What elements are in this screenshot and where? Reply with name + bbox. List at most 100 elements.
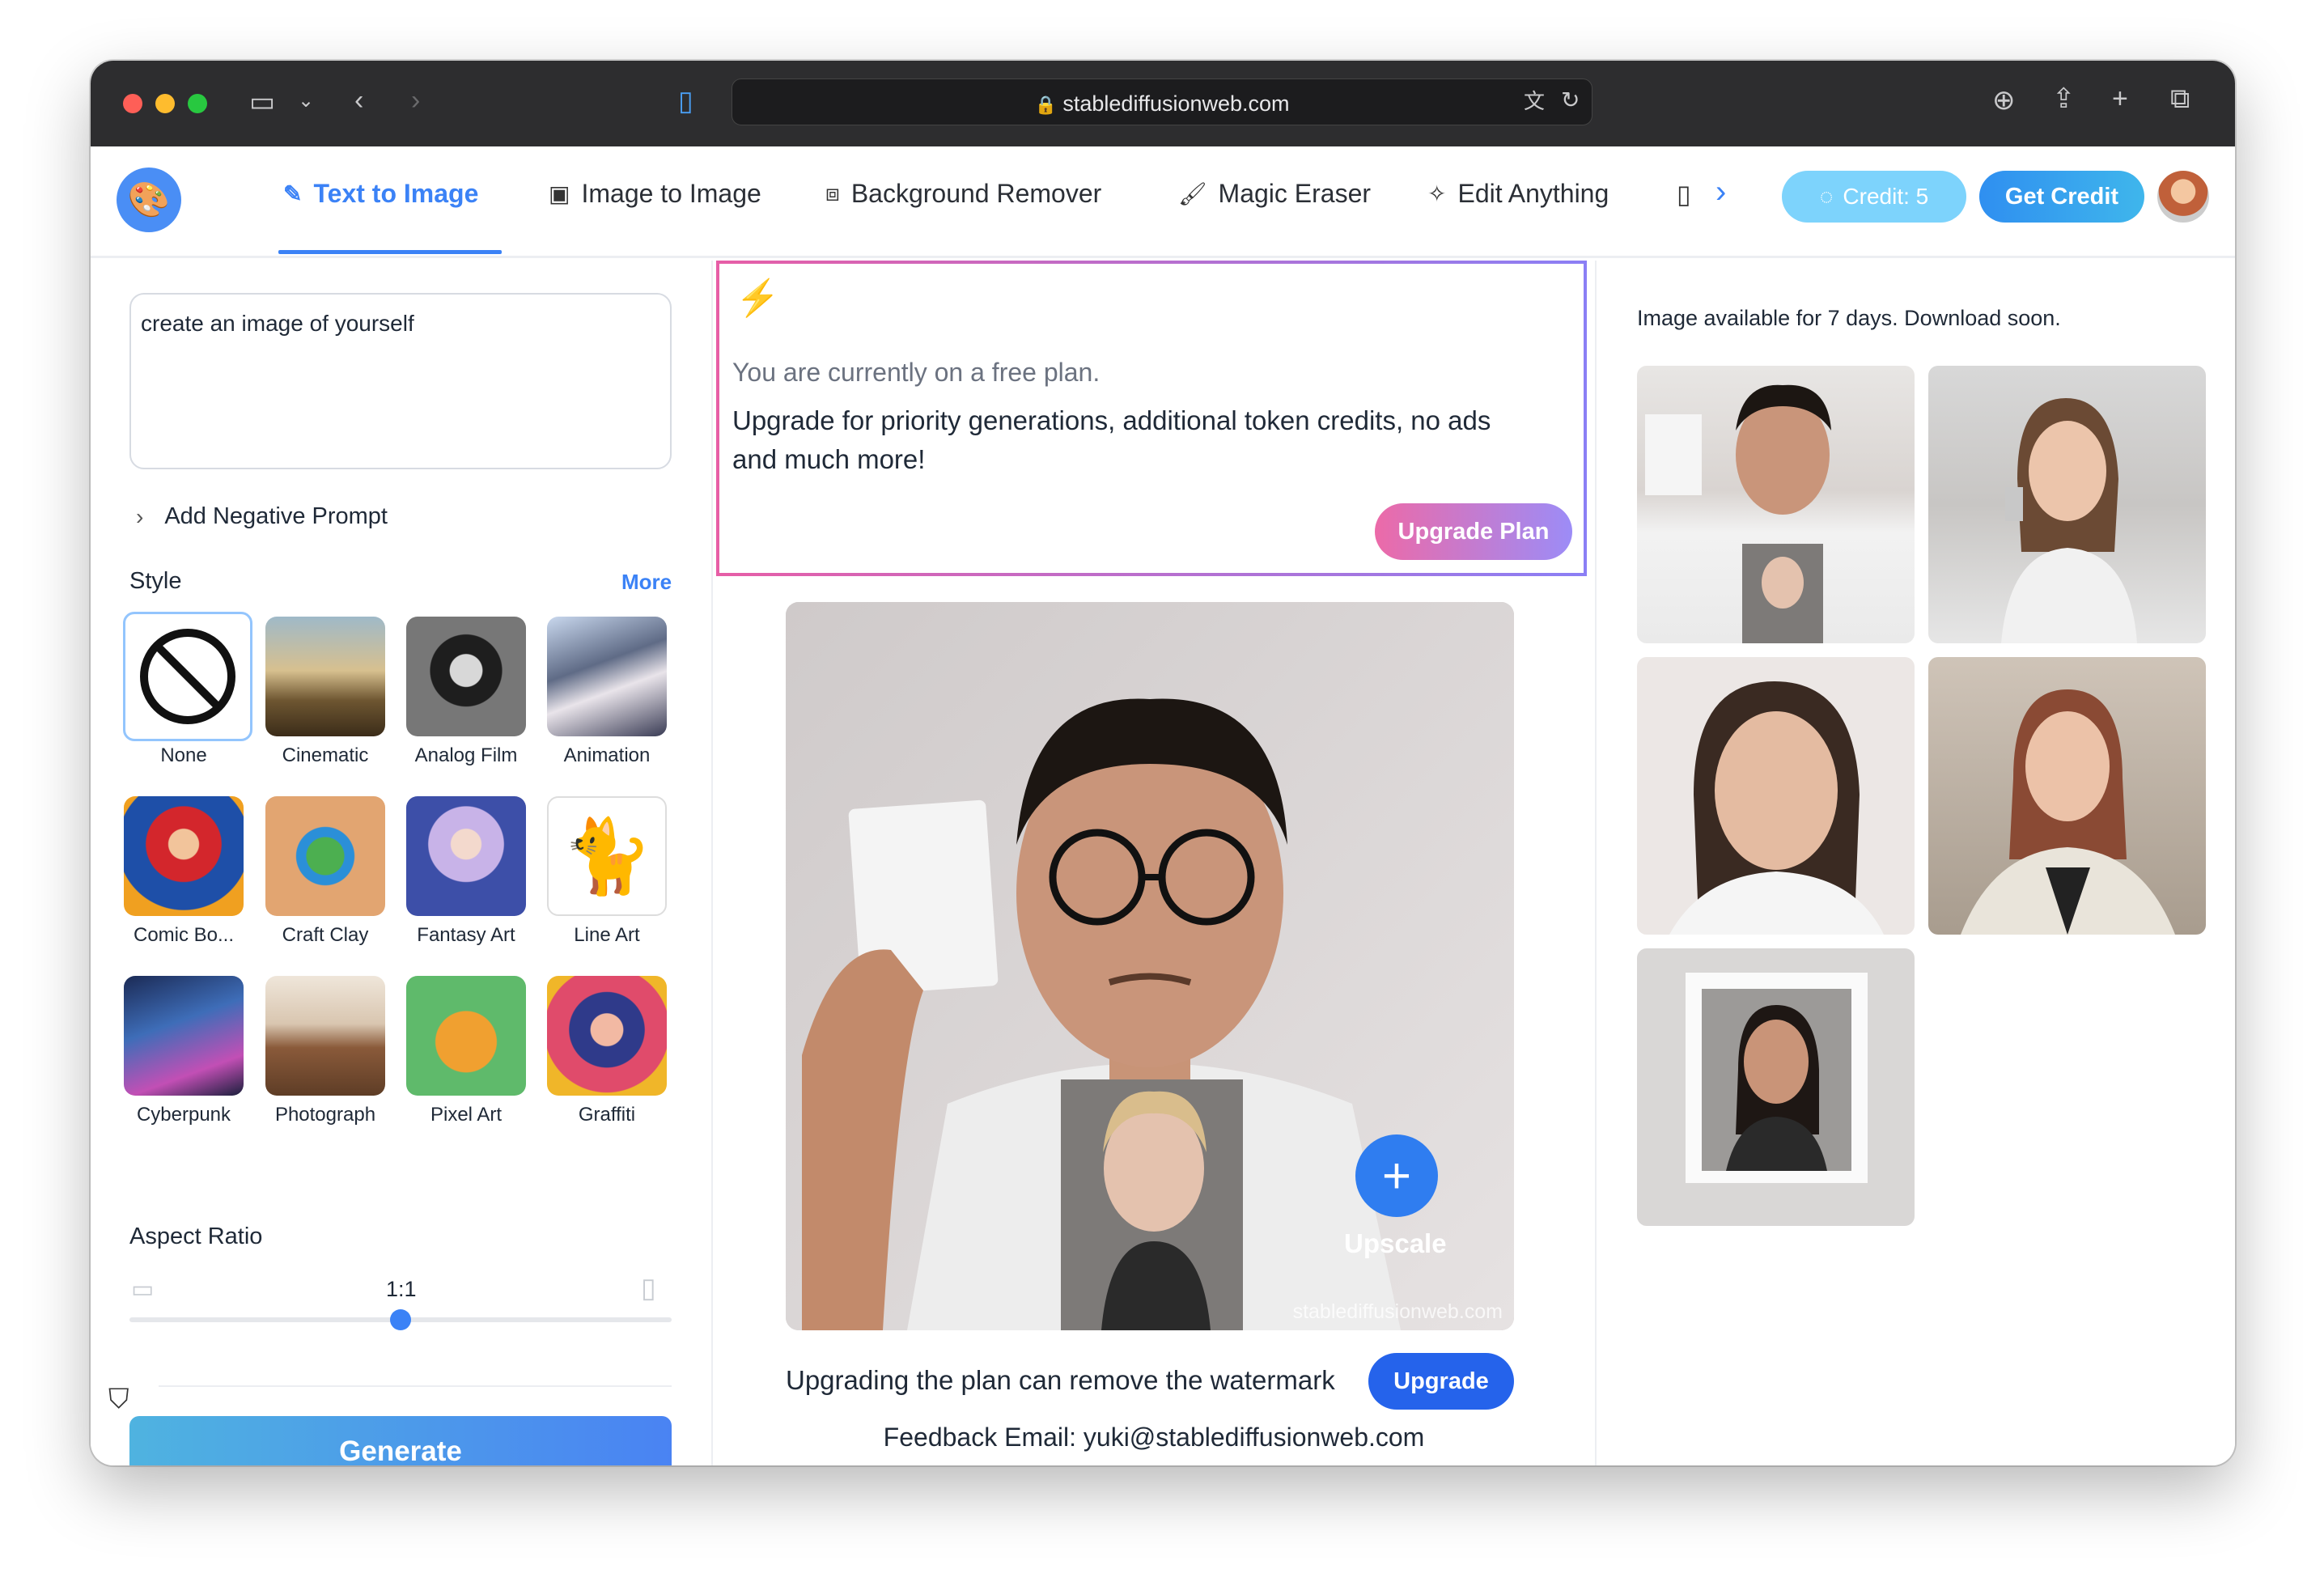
style-thumbnail <box>406 976 526 1096</box>
translate-icon[interactable]: 文 <box>1524 91 1545 112</box>
download-icon[interactable]: ⊕ <box>1992 87 2016 114</box>
gallery-image[interactable] <box>1637 366 1915 643</box>
style-thumbnail <box>547 976 667 1096</box>
generate-button[interactable]: Generate <box>129 1416 672 1465</box>
upgrade-button[interactable]: Upgrade <box>1368 1353 1514 1410</box>
style-animation[interactable]: Animation <box>546 617 668 767</box>
style-heading: Style <box>129 568 182 594</box>
upgrade-benefits-text: Upgrade for priority generations, additi… <box>732 405 1491 474</box>
browser-toolbar: ▭ ⌄ ‹ › ▯ 🔒 stablediffusionweb.com 文 ↻ ⊕… <box>91 61 2235 146</box>
gallery-image[interactable] <box>1637 657 1915 935</box>
style-label: Craft Clay <box>282 924 369 946</box>
add-negative-prompt-toggle[interactable]: › Add Negative Prompt <box>136 503 388 530</box>
aspect-ratio-slider[interactable] <box>129 1309 672 1330</box>
style-label: Comic Bo... <box>133 924 235 946</box>
gallery-image[interactable] <box>1928 657 2206 935</box>
tab-label: Background Remover <box>850 179 1102 208</box>
new-tab-icon[interactable]: + <box>2112 85 2128 112</box>
tab-label: Image to Image <box>581 179 761 208</box>
style-comic-book[interactable]: Comic Bo... <box>123 796 244 947</box>
upgrade-plan-button[interactable]: Upgrade Plan <box>1375 503 1572 560</box>
style-analog-film[interactable]: Analog Film <box>405 617 527 767</box>
back-arrow-icon[interactable]: ‹ <box>354 87 363 114</box>
sparkle-wand-icon: ✧ <box>1427 181 1447 206</box>
tab-label: Edit Anything <box>1457 179 1609 208</box>
upscale-button[interactable]: + <box>1355 1134 1438 1217</box>
gallery-photo-illustration <box>2001 398 2137 643</box>
style-thumbnail <box>124 796 244 916</box>
style-cinematic[interactable]: Cinematic <box>265 617 386 767</box>
gallery-photo-illustration <box>1669 681 1884 935</box>
style-cyberpunk[interactable]: Cyberpunk <box>123 976 244 1126</box>
tab-edit-anything[interactable]: ✧ Edit Anything <box>1427 179 1609 209</box>
style-thumbnail <box>265 796 385 916</box>
page: 🎨 ✎ Text to Image ▣ Image to Image ⧈ Backgr… <box>91 146 2235 1465</box>
generation-settings-panel: create an image of yourself › Add Negati… <box>91 261 713 1465</box>
tab-label: Magic Eraser <box>1218 179 1372 208</box>
style-fantasy-art[interactable]: Fantasy Art <box>405 796 527 947</box>
palette-logo-icon[interactable]: 🎨 <box>117 168 181 232</box>
credit-badge[interactable]: ◌ Credit: 5 <box>1782 171 1966 223</box>
style-pixel-art[interactable]: Pixel Art <box>405 976 527 1126</box>
chevron-right-icon[interactable]: › <box>1715 174 1726 210</box>
free-plan-note: You are currently on a free plan. <box>732 358 1101 387</box>
brush-icon: 🖌 <box>1178 181 1207 206</box>
portrait-ratio-icon[interactable]: ▯ <box>641 1272 656 1304</box>
active-tab-indicator <box>278 250 502 254</box>
style-graffiti[interactable]: Graffiti <box>546 976 668 1126</box>
watermark: stablediffusionweb.com <box>1292 1300 1503 1323</box>
result-panel: ⚡ You are currently on a free plan. Upgr… <box>713 261 1597 1465</box>
lightning-icon: ⚡ <box>736 278 780 318</box>
gallery-image[interactable] <box>1637 948 1915 1226</box>
gallery-panel: Image available for 7 days. Download soo… <box>1597 261 2235 1465</box>
chevron-down-icon[interactable]: ⌄ <box>298 91 314 111</box>
gallery-image[interactable] <box>1928 366 2206 643</box>
negative-prompt-label: Add Negative Prompt <box>164 503 388 529</box>
landscape-ratio-icon[interactable]: ▭ <box>131 1275 154 1304</box>
minimize-window-button[interactable] <box>155 94 175 113</box>
tab-text-to-image[interactable]: ✎ Text to Image <box>283 179 478 209</box>
address-bar[interactable]: 🔒 stablediffusionweb.com 文 ↻ <box>732 78 1592 125</box>
tab-background-remover[interactable]: ⧈ Background Remover <box>825 179 1101 209</box>
tab-label: Text to Image <box>313 179 479 208</box>
style-thumbnail <box>547 617 667 736</box>
style-label: Cinematic <box>282 744 369 766</box>
style-thumbnail <box>406 796 526 916</box>
style-label: None <box>160 744 207 766</box>
image-icon: ▣ <box>549 181 570 206</box>
divider <box>159 1385 672 1387</box>
style-craft-clay[interactable]: Craft Clay <box>265 796 386 947</box>
chevron-right-icon: › <box>136 503 144 529</box>
get-credit-button[interactable]: Get Credit <box>1979 171 2144 223</box>
style-thumbnail <box>265 617 385 736</box>
no-style-icon <box>123 612 252 741</box>
more-styles-link[interactable]: More <box>621 570 672 595</box>
forward-arrow-icon[interactable]: › <box>411 87 420 114</box>
tab-overview-icon[interactable]: ⧉ <box>2170 85 2190 112</box>
page-icon: ▯ <box>678 86 693 117</box>
sidebar-toggle-icon[interactable]: ▭ <box>249 88 275 116</box>
avatar[interactable] <box>2157 171 2209 223</box>
style-thumbnail <box>265 976 385 1096</box>
prompt-input[interactable]: create an image of yourself <box>129 293 672 469</box>
reload-icon[interactable]: ↻ <box>1561 89 1580 112</box>
phone-icon[interactable]: ▯ <box>1677 179 1691 210</box>
share-icon[interactable]: ⇪ <box>2052 85 2076 112</box>
lock-icon: 🔒 <box>1034 95 1057 115</box>
zoom-window-button[interactable] <box>188 94 207 113</box>
style-none[interactable]: None <box>123 612 252 767</box>
style-label: Pixel Art <box>430 1104 503 1126</box>
generated-image[interactable]: + Upscale stablediffusionweb.com <box>786 602 1514 1330</box>
tab-image-to-image[interactable]: ▣ Image to Image <box>549 179 761 209</box>
style-line-art[interactable]: 🐈 Line Art <box>546 796 668 947</box>
browser-window: ▭ ⌄ ‹ › ▯ 🔒 stablediffusionweb.com 文 ↻ ⊕… <box>91 61 2235 1465</box>
tab-magic-eraser[interactable]: 🖌 Magic Eraser <box>1178 179 1371 209</box>
wand-icon: ✎ <box>283 181 303 206</box>
close-window-button[interactable] <box>123 94 142 113</box>
style-photograph[interactable]: Photograph <box>265 976 386 1126</box>
shield-check-icon[interactable]: ⛉ <box>108 1384 129 1415</box>
style-thumbnail <box>406 617 526 736</box>
slider-knob[interactable] <box>390 1309 411 1330</box>
aspect-ratio-heading: Aspect Ratio <box>129 1223 263 1249</box>
layers-icon: ⧈ <box>825 180 840 206</box>
